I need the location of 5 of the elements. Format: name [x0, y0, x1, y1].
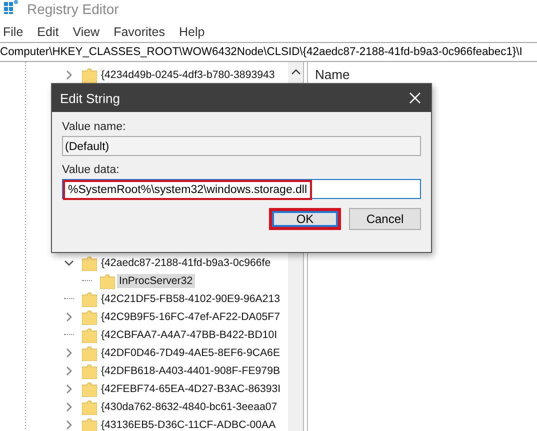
dialog-title: Edit String	[60, 90, 120, 106]
value-data-text: %SystemRoot%\system32\windows.storage.dll	[63, 180, 312, 200]
field-label: Value name:	[62, 121, 127, 133]
window-title: Registry Editor	[27, 1, 119, 17]
field-label: Value data:	[62, 164, 120, 176]
